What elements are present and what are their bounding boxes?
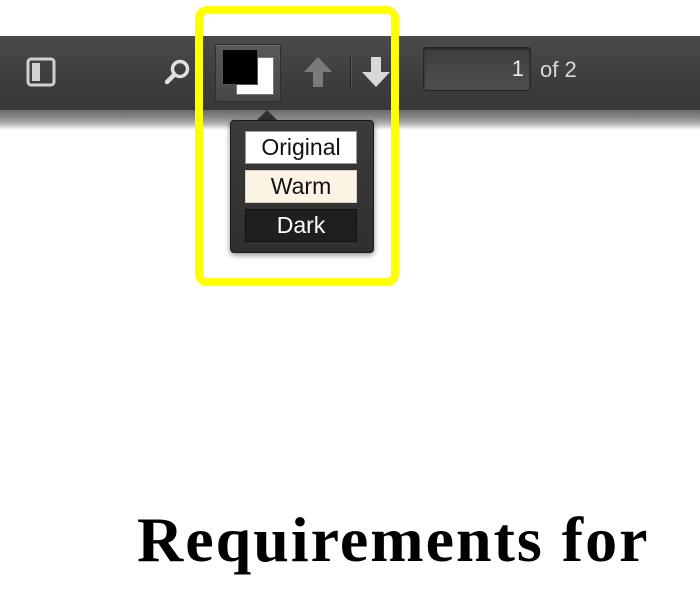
theme-option-dark[interactable]: Dark [245, 209, 357, 242]
theme-option-warm[interactable]: Warm [245, 170, 357, 203]
color-theme-button[interactable] [215, 44, 281, 102]
theme-menu: Original Warm Dark [230, 120, 374, 253]
page-count-label: of 2 [540, 57, 577, 82]
search-icon [164, 59, 190, 85]
arrow-down-icon [362, 57, 390, 87]
arrow-up-icon [304, 57, 332, 87]
next-page-button[interactable] [358, 54, 394, 90]
top-strip [0, 0, 700, 36]
theme-swatch-dark [222, 49, 258, 85]
document-heading: Requirements for [137, 504, 650, 575]
sidebar-toggle-icon [26, 57, 56, 87]
previous-page-button[interactable] [300, 54, 336, 90]
find-button[interactable] [158, 54, 196, 90]
theme-option-original[interactable]: Original [245, 131, 357, 164]
toolbar-separator [350, 56, 351, 90]
sidebar-toggle-button[interactable] [22, 54, 60, 90]
page-number-input[interactable] [423, 47, 531, 91]
